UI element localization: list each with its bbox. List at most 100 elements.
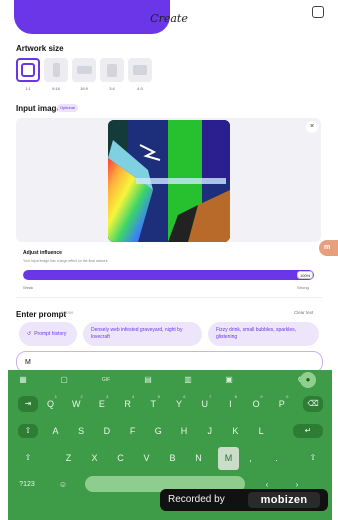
shift-key[interactable]: ⇧ [18,450,38,466]
emoji-board-icon[interactable]: ▣ [224,376,234,384]
size-option-1-1[interactable]: 1:1 [16,58,40,94]
key-label: Y [175,399,182,409]
floating-side-handle[interactable]: m [319,240,338,256]
square-icon [21,63,35,77]
key-secondary-label: 3 [106,394,109,399]
key-k[interactable]: K [226,421,245,441]
key-j[interactable]: J [200,421,219,441]
influence-value-badge: 100% [297,271,314,279]
key-label: S [78,426,85,436]
prompt-history-button[interactable]: ↺ Prompt history [19,322,77,346]
backspace-key[interactable]: ⌫ [303,396,323,412]
key-y[interactable]: Y6 [170,394,189,414]
key-p[interactable]: P0 [272,394,291,414]
size-option-label: 9:16 [52,86,60,91]
influence-slider[interactable] [23,270,314,280]
window-icon[interactable] [312,6,324,18]
clear-text-button[interactable]: Clear text [294,310,313,315]
key-label: C [117,453,124,463]
key-x[interactable]: X [85,448,104,468]
size-option-4-3[interactable]: 4:3 [128,58,152,94]
key-label: G [154,426,162,436]
key-label: K [232,426,239,436]
prompt-suggestion-chip[interactable]: Fizzy drink, small bubbles, sparkles, gl… [208,322,319,346]
key-label: U [201,399,208,409]
optional-badge: Optional [57,104,78,112]
key-label: O [252,399,260,409]
key-label: E [98,399,105,409]
key-z[interactable]: Z [59,448,78,468]
size-option-9-16[interactable]: 9:16 [44,58,68,94]
prompt-suggestion-chip[interactable]: Densely web infested graveyard, night by… [83,322,202,346]
shift-key-right[interactable]: ⇧ [303,450,323,466]
slider-max-label: Strong [297,285,309,290]
numbers-key[interactable]: ?123 [14,478,40,492]
size-option-3-4[interactable]: 3:4 [100,58,124,94]
key-label: . [275,453,278,463]
key-period[interactable]: . [267,448,286,468]
key-l[interactable]: L [252,421,271,441]
key-label: D [103,426,111,436]
gif-icon[interactable]: GIF [101,376,111,384]
key-comma[interactable]: , [241,448,260,468]
key-secondary-label: 8 [234,394,237,399]
size-option-label: 1:1 [25,86,31,91]
input-image-thumbnail[interactable] [108,120,230,242]
key-e[interactable]: E3 [92,394,111,414]
prompt-char-count: 0/2000 [61,310,74,315]
key-t[interactable]: T5 [144,394,163,414]
key-label: X [91,453,98,463]
key-o[interactable]: O9 [247,394,266,414]
text-edit-icon[interactable]: ▥ [183,376,193,384]
enter-key[interactable]: ↵ [293,424,323,438]
key-f[interactable]: F [123,421,142,441]
key-secondary-label: 6 [183,394,186,399]
recording-text: Recorded by [168,494,225,505]
caps-lock-key[interactable]: ⇧ [18,424,38,438]
key-g[interactable]: G [149,421,168,441]
key-r[interactable]: R4 [118,394,137,414]
key-label: H [180,426,188,436]
remove-image-button[interactable]: × [306,121,318,133]
mobizen-logo: mobizen [248,492,320,508]
key-a[interactable]: A [46,421,65,441]
key-c[interactable]: C [111,448,130,468]
sticker-icon[interactable]: ▢ [59,376,69,384]
key-v[interactable]: V [137,448,156,468]
emoji-icon[interactable]: ☺ [56,478,70,492]
clipboard-icon[interactable]: ▤ [143,376,153,384]
key-label: Q [46,399,54,409]
key-h[interactable]: H [175,421,194,441]
slider-min-label: Weak [23,285,34,290]
key-i[interactable]: I8 [221,394,240,414]
key-label: Z [65,453,72,463]
key-d[interactable]: D [97,421,116,441]
header: Create [0,0,338,36]
key-b[interactable]: B [163,448,182,468]
artwork-thumbnail-graphic [108,120,230,242]
adjust-influence-title: Adjust influence [23,250,62,256]
input-image-label: Input image [16,104,61,113]
key-s[interactable]: S [72,421,91,441]
portrait-icon [107,63,117,77]
key-w[interactable]: W2 [67,394,86,414]
key-label: , [249,453,252,463]
recording-watermark: Recorded by mobizen [160,489,328,511]
landscape-icon [133,65,147,75]
key-n[interactable]: N [189,448,208,468]
microphone-icon[interactable]: ● [300,372,316,388]
apps-grid-icon[interactable]: ▦ [18,376,28,384]
key-label: T [150,399,157,409]
landscape-icon [76,66,92,74]
history-icon: ↺ [27,330,32,337]
key-secondary-label: 1 [54,394,57,399]
key-u[interactable]: U7 [195,394,214,414]
key-secondary-label: 5 [157,394,160,399]
key-m-pressed[interactable]: M [218,447,239,470]
size-option-16-9[interactable]: 16:9 [72,58,96,94]
key-label: R [124,399,131,409]
tab-key[interactable]: ⇥ [18,396,38,412]
key-label: P [278,399,285,409]
portrait-icon [52,63,60,77]
key-q[interactable]: Q1 [41,394,60,414]
